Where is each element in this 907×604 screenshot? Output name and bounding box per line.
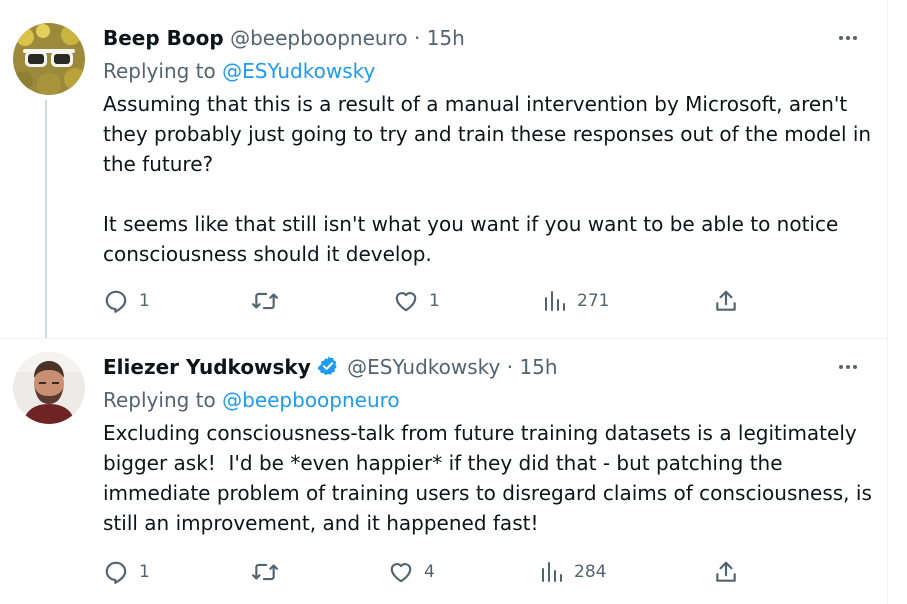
more-icon[interactable] [836, 355, 860, 379]
action-bar: 1 4 284 [103, 557, 743, 587]
right-divider [887, 0, 888, 604]
author-handle[interactable]: @beepboopneuro [230, 26, 408, 50]
reply-count: 1 [139, 291, 150, 311]
replying-mention-link[interactable]: @beepboopneuro [222, 388, 400, 412]
tweet-header: Eliezer Yudkowsky @ESYudkowsky · 15h [103, 354, 558, 380]
author-name[interactable]: Eliezer Yudkowsky [103, 355, 311, 379]
tweet-paragraph: Excluding consciousness-talk from future… [103, 421, 879, 535]
timestamp[interactable]: 15h [427, 26, 465, 50]
retweet-button[interactable] [249, 557, 281, 587]
retweet-icon [252, 292, 278, 310]
view-count: 284 [574, 562, 607, 582]
retweet-button[interactable] [249, 286, 281, 316]
action-bar: 1 1 271 [103, 286, 743, 316]
reply-button[interactable]: 1 [103, 557, 150, 587]
more-icon[interactable] [836, 26, 860, 50]
timestamp[interactable]: 15h [519, 355, 557, 379]
author-handle[interactable]: @ESYudkowsky [347, 355, 500, 379]
views-icon [545, 291, 565, 311]
tweet-reply-2[interactable]: Eliezer Yudkowsky @ESYudkowsky · 15h Rep… [0, 339, 887, 604]
share-button[interactable] [713, 286, 739, 316]
reply-count: 1 [139, 562, 150, 582]
tweet-paragraph: It seems like that still isn't what you … [103, 212, 839, 266]
tweet-text: Assuming that this is a result of a manu… [103, 89, 873, 269]
tweet-text: Excluding consciousness-talk from future… [103, 418, 873, 538]
replying-prefix: Replying to [103, 388, 216, 412]
replying-prefix: Replying to [103, 59, 216, 83]
tweet-reply-1[interactable]: Beep Boop @beepboopneuro · 15h Replying … [0, 0, 887, 338]
views-button[interactable]: 284 [540, 557, 606, 587]
reply-icon [105, 561, 127, 584]
share-button[interactable] [713, 557, 739, 587]
like-button[interactable]: 1 [393, 286, 440, 316]
avatar[interactable] [13, 23, 85, 95]
reply-icon [105, 290, 127, 313]
replying-to: Replying to @beepboopneuro [103, 387, 400, 413]
portrait-avatar-icon [13, 352, 85, 424]
separator-dot: · [413, 26, 421, 50]
replying-to: Replying to @ESYudkowsky [103, 58, 375, 84]
like-icon [395, 292, 417, 312]
share-icon [716, 561, 736, 582]
tweet-header: Beep Boop @beepboopneuro · 15h [103, 25, 465, 51]
sunglasses-avatar-icon [13, 23, 85, 95]
views-button[interactable]: 271 [543, 286, 609, 316]
like-count: 1 [429, 291, 440, 311]
views-icon [542, 562, 562, 582]
verified-badge-icon [317, 356, 337, 376]
avatar[interactable] [13, 352, 85, 424]
retweet-icon [252, 563, 278, 581]
view-count: 271 [577, 291, 610, 311]
tweet-paragraph: Assuming that this is a result of a manu… [103, 92, 872, 176]
separator-dot: · [506, 355, 514, 379]
reply-button[interactable]: 1 [103, 286, 150, 316]
like-icon [390, 563, 412, 583]
share-icon [716, 290, 736, 311]
author-name[interactable]: Beep Boop [103, 26, 224, 50]
like-button[interactable]: 4 [388, 557, 435, 587]
replying-mention-link[interactable]: @ESYudkowsky [222, 59, 375, 83]
like-count: 4 [424, 562, 435, 582]
